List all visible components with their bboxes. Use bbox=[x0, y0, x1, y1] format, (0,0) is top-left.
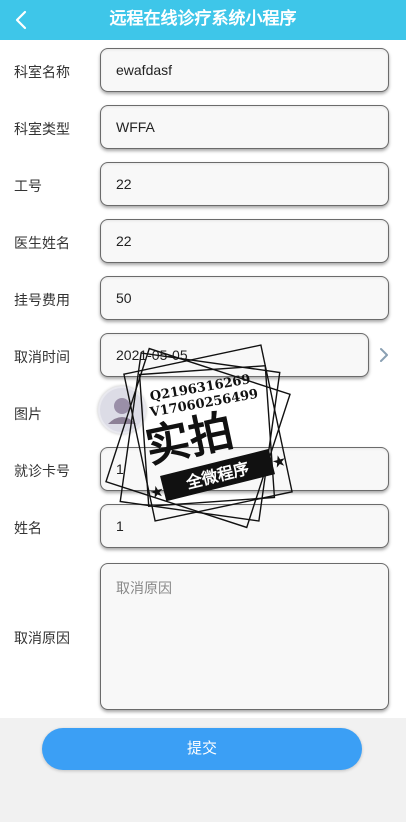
field-label-image: 图片 bbox=[14, 406, 42, 422]
field-label-doctor-name: 医生姓名 bbox=[14, 235, 70, 251]
staff-id-field[interactable]: 22 bbox=[100, 162, 389, 206]
field-label-dept-type: 科室类型 bbox=[14, 121, 70, 137]
app-header: 远程在线诊疗系统小程序 bbox=[0, 0, 406, 40]
dept-type-field[interactable]: WFFA bbox=[100, 105, 389, 149]
page-title: 远程在线诊疗系统小程序 bbox=[109, 9, 297, 29]
field-label-cancel-time: 取消时间 bbox=[14, 349, 70, 365]
field-label-cancel-reason: 取消原因 bbox=[14, 630, 70, 646]
field-label-staff-id: 工号 bbox=[14, 178, 42, 194]
submit-button[interactable]: 提交 bbox=[42, 728, 362, 770]
cancel-reason-textarea[interactable]: 取消原因 bbox=[100, 563, 389, 710]
field-label-name: 姓名 bbox=[14, 520, 42, 536]
field-label-card-no: 就诊卡号 bbox=[14, 463, 70, 479]
watermark-stamp: Q2196316269 V17060256499 实拍 全微程序 ★ ★ bbox=[105, 344, 293, 529]
field-label-dept-name: 科室名称 bbox=[14, 64, 70, 80]
star-icon: ★ bbox=[270, 452, 288, 472]
field-label-fee: 挂号费用 bbox=[14, 292, 70, 308]
doctor-name-field[interactable]: 22 bbox=[100, 219, 389, 263]
chevron-right-icon[interactable] bbox=[375, 346, 393, 364]
fee-field[interactable]: 50 bbox=[100, 276, 389, 320]
dept-name-field[interactable]: ewafdasf bbox=[100, 48, 389, 92]
